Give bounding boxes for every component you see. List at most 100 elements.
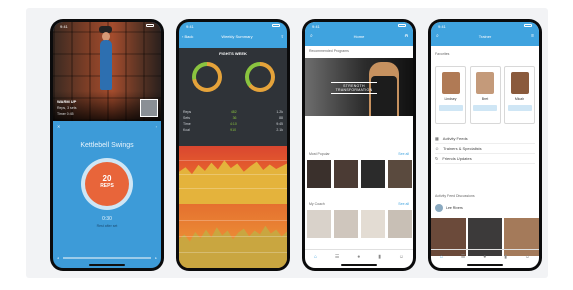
program-thumbnail[interactable] <box>307 160 331 188</box>
home-indicator <box>89 264 125 266</box>
timer-readout: 0:30 <box>102 216 112 222</box>
tab-programs-icon[interactable]: ☰ <box>335 254 339 260</box>
battery-icon <box>524 24 532 27</box>
program-thumbnail[interactable] <box>388 210 412 238</box>
follow-button[interactable] <box>438 105 463 111</box>
tab-bar: ⌂ ☰ ● ▮ ☺ <box>305 249 413 263</box>
follow-button[interactable] <box>507 105 532 111</box>
phone-home: 9:41 ⌕ Home ⍾ Recommended Programs STREN… <box>302 19 416 271</box>
program-thumbnail[interactable] <box>361 210 385 238</box>
status-time: 9:41 <box>438 24 446 29</box>
workout-screen: 9:41 WARM UP Reps, 3 sets Timer 0:45 ✕ ›… <box>53 22 161 268</box>
battery-icon <box>398 24 406 27</box>
trainer-photo <box>476 72 494 94</box>
ring-right <box>245 62 275 92</box>
home-indicator <box>467 264 503 266</box>
people-icon: ☺ <box>435 146 440 151</box>
tab-home-icon[interactable]: ⌂ <box>314 254 317 260</box>
menu-icon[interactable]: ≡ <box>531 33 534 39</box>
home-screen: 9:41 ⌕ Home ⍾ Recommended Programs STREN… <box>305 22 413 268</box>
menu-item[interactable]: ☺ Trainers & Specialists <box>435 144 535 154</box>
program-thumbnail[interactable] <box>307 210 331 238</box>
trainer-card[interactable]: Bret <box>469 66 501 124</box>
home-indicator <box>341 264 377 266</box>
next-icon[interactable]: › <box>156 124 157 129</box>
tab-profile-icon[interactable]: ☺ <box>525 254 530 260</box>
trainer-photo <box>510 72 529 94</box>
phone-trainers: 9:41 ⌕ Trainer ≡ Favorites Lindsey Bret … <box>428 19 542 271</box>
athlete-figure <box>100 40 112 90</box>
feed-post[interactable]: Lee Rivers <box>435 204 535 212</box>
program-thumbnail[interactable] <box>361 160 385 188</box>
program-tag: STRENGTH TRANSFORMATION <box>331 82 377 94</box>
tab-workout-icon[interactable]: ● <box>483 254 486 260</box>
menu-item[interactable]: ▦ Activity Feeds <box>435 134 535 144</box>
tab-stats-icon[interactable]: ▮ <box>378 254 381 260</box>
status-time: 9:41 <box>312 24 320 29</box>
tab-workout-icon[interactable]: ● <box>357 254 360 260</box>
section-coach: My Coach <box>309 202 325 206</box>
trainer-card[interactable]: Micah <box>504 66 535 124</box>
rep-unit: REPS <box>100 183 114 189</box>
stats-table: Reps 482 1.2k Sets 36 88 Time 4:10 9:45 Kcal 91… <box>183 110 283 134</box>
close-icon[interactable]: ✕ <box>57 124 60 129</box>
workout-controls: ✕ › <box>57 123 157 129</box>
trainer-menu: ▦ Activity Feeds ☺ Trainers & Specialists … <box>435 134 535 164</box>
bell-icon[interactable]: ⍾ <box>405 33 408 39</box>
tab-programs-icon[interactable]: ☰ <box>461 254 465 260</box>
workout-line1: Reps, 3 sets <box>57 106 77 110</box>
trainer-name: Micah <box>514 97 525 101</box>
see-all-link[interactable]: See all <box>398 202 409 206</box>
battery-icon <box>146 24 154 27</box>
popular-thumbnails <box>307 160 412 188</box>
workout-title: WARM UP <box>57 99 77 104</box>
share-icon[interactable]: ⇪ <box>281 34 284 39</box>
follow-button[interactable] <box>473 105 497 111</box>
post-author: Lee Rivers <box>446 206 463 210</box>
feed-icon: ▦ <box>435 136 439 141</box>
rep-count: 20 <box>102 174 112 183</box>
section-label: FIGHTS WEEK <box>219 51 247 56</box>
update-icon: ↻ <box>435 156 439 161</box>
prev-icon[interactable]: ◂ <box>57 256 59 260</box>
hint-text: Rest after set <box>96 224 118 228</box>
stats-screen: 9:41 ‹ Back Weekly Summary ⇪ FIGHTS WEEK… <box>179 22 287 268</box>
header-title: Home <box>353 34 365 39</box>
tab-home-icon[interactable]: ⌂ <box>440 254 443 260</box>
trainer-photo <box>441 72 460 94</box>
program-thumbnail[interactable] <box>334 210 358 238</box>
workout-line2: Timer 0:45 <box>57 112 74 116</box>
ring-left <box>192 62 222 92</box>
exercise-video[interactable]: WARM UP Reps, 3 sets Timer 0:45 <box>53 22 161 121</box>
tab-bar: ⌂ ☰ ● ▮ ☺ <box>431 249 539 263</box>
tab-profile-icon[interactable]: ☺ <box>399 254 404 260</box>
section-popular: Most Popular <box>309 152 330 156</box>
menu-item[interactable]: ↻ Friends Updates <box>435 154 535 164</box>
rep-counter-button[interactable]: 20 REPS <box>85 162 129 206</box>
status-time: 9:41 <box>186 24 194 29</box>
trainers-screen: 9:41 ⌕ Trainer ≡ Favorites Lindsey Bret … <box>431 22 539 268</box>
back-button[interactable]: ‹ Back <box>182 34 193 39</box>
trainers-header: 9:41 ⌕ Trainer ≡ <box>431 22 539 46</box>
area-chart-bottom <box>179 204 287 268</box>
stats-row: Kcal 910 2.1k <box>183 128 283 132</box>
trainer-name: Lindsey <box>444 97 457 101</box>
avatar <box>435 204 443 212</box>
trainer-card[interactable]: Lindsey <box>435 66 466 124</box>
battery-icon <box>272 24 280 27</box>
program-thumbnail[interactable] <box>334 160 358 188</box>
next-exercise-thumbnail[interactable] <box>140 99 158 117</box>
tab-stats-icon[interactable]: ▮ <box>504 254 507 260</box>
home-header: 9:41 ⌕ Home ⍾ <box>305 22 413 46</box>
header-title: Weekly Summary <box>221 34 253 39</box>
trainer-name: Bret <box>481 97 489 101</box>
header-title: Trainer <box>478 34 492 39</box>
forward-icon[interactable]: ▸ <box>155 256 157 260</box>
progress-track[interactable] <box>62 257 152 259</box>
status-bar: 9:41 <box>431 22 539 31</box>
see-all-link[interactable]: See all <box>398 152 409 156</box>
program-thumbnail[interactable] <box>388 160 412 188</box>
status-bar: 9:41 <box>305 22 413 31</box>
coach-thumbnails <box>307 210 412 238</box>
featured-program-banner[interactable]: STRENGTH TRANSFORMATION <box>305 58 413 116</box>
